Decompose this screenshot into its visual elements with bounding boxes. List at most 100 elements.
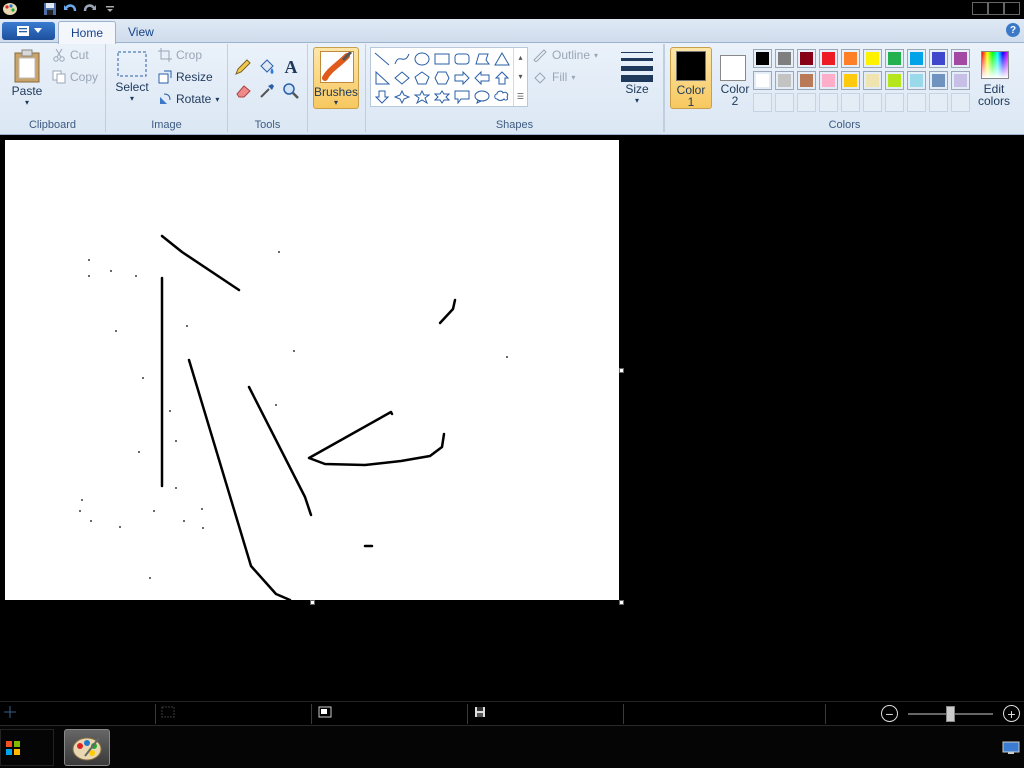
palette-swatch[interactable] [819, 93, 838, 112]
tab-home[interactable]: Home [58, 21, 117, 44]
size-button[interactable]: Size ▾ [618, 48, 656, 105]
palette-swatch[interactable] [929, 71, 948, 90]
minimize-button[interactable] [972, 2, 988, 15]
paint-app-icon[interactable] [2, 1, 18, 17]
pentagon-shape-icon[interactable] [412, 68, 432, 87]
palette-swatch[interactable] [951, 93, 970, 112]
scroll-down-icon[interactable]: ▾ [518, 72, 522, 81]
eraser-icon[interactable] [232, 80, 254, 102]
color1-button[interactable]: Color 1 [670, 47, 712, 109]
palette-swatch[interactable] [753, 71, 772, 90]
drawing-canvas[interactable] [5, 140, 619, 602]
cut-button[interactable]: Cut [52, 48, 89, 62]
palette-swatch[interactable] [885, 49, 904, 68]
rectangle-shape-icon[interactable] [432, 49, 452, 68]
palette-swatch[interactable] [797, 49, 816, 68]
save-icon[interactable] [42, 1, 58, 17]
palette-swatch[interactable] [929, 93, 948, 112]
palette-swatch[interactable] [907, 71, 926, 90]
resize-button[interactable]: Resize [158, 70, 213, 84]
left-arrow-shape-icon[interactable] [472, 68, 492, 87]
palette-swatch[interactable] [775, 49, 794, 68]
palette-swatch[interactable] [797, 93, 816, 112]
palette-swatch[interactable] [775, 93, 794, 112]
pencil-tool-icon[interactable] [232, 56, 254, 78]
magnifier-icon[interactable] [280, 80, 302, 102]
palette-swatch[interactable] [863, 93, 882, 112]
palette-swatch[interactable] [863, 71, 882, 90]
color-picker-icon[interactable] [256, 80, 278, 102]
edit-colors-button[interactable]: Edit colors [973, 47, 1015, 109]
taskbar-paint-button[interactable] [64, 729, 110, 766]
shapes-scroll[interactable]: ▴ ▾ ☰ [513, 48, 527, 106]
zoom-in-button[interactable]: + [1003, 705, 1020, 722]
color1-label: Color 1 [676, 83, 706, 109]
five-point-star-shape-icon[interactable] [412, 87, 432, 106]
four-point-star-shape-icon[interactable] [392, 87, 412, 106]
palette-swatch[interactable] [885, 93, 904, 112]
rotate-button[interactable]: Rotate ▾ [158, 92, 219, 106]
start-button[interactable] [0, 729, 54, 766]
palette-swatch[interactable] [819, 49, 838, 68]
palette-swatch[interactable] [885, 71, 904, 90]
line-shape-icon[interactable] [372, 49, 392, 68]
curve-shape-icon[interactable] [392, 49, 412, 68]
palette-swatch[interactable] [863, 49, 882, 68]
palette-swatch[interactable] [841, 93, 860, 112]
right-triangle-shape-icon[interactable] [372, 68, 392, 87]
palette-swatch[interactable] [929, 49, 948, 68]
down-arrow-shape-icon[interactable] [372, 87, 392, 106]
color2-button[interactable]: Color 2 [714, 47, 756, 109]
scroll-up-icon[interactable]: ▴ [518, 53, 522, 62]
six-point-star-shape-icon[interactable] [432, 87, 452, 106]
fill-button[interactable]: Fill ▾ [532, 70, 575, 84]
gallery-expand-icon[interactable]: ☰ [517, 92, 524, 101]
help-icon[interactable]: ? [1006, 23, 1020, 37]
triangle-shape-icon[interactable] [492, 49, 512, 68]
zoom-slider-thumb[interactable] [946, 706, 955, 722]
fill-bucket-icon[interactable] [256, 56, 278, 78]
tab-view[interactable]: View [116, 21, 166, 43]
right-arrow-shape-icon[interactable] [452, 68, 472, 87]
up-arrow-shape-icon[interactable] [492, 68, 512, 87]
palette-swatch[interactable] [775, 71, 794, 90]
oval-callout-shape-icon[interactable] [472, 87, 492, 106]
rect-callout-shape-icon[interactable] [452, 87, 472, 106]
palette-swatch[interactable] [907, 93, 926, 112]
close-button[interactable] [1004, 2, 1020, 15]
text-tool-icon[interactable]: A [280, 56, 302, 78]
palette-swatch[interactable] [841, 71, 860, 90]
palette-swatch[interactable] [841, 49, 860, 68]
maximize-button[interactable] [988, 2, 1004, 15]
polygon-shape-icon[interactable] [472, 49, 492, 68]
crop-icon [158, 48, 172, 62]
brushes-button[interactable]: Brushes ▾ [313, 47, 359, 109]
cloud-callout-shape-icon[interactable] [492, 87, 512, 106]
app-menu-button[interactable] [2, 22, 55, 40]
palette-swatch[interactable] [951, 71, 970, 90]
resize-handle-bottom[interactable] [310, 600, 315, 605]
diamond-shape-icon[interactable] [392, 68, 412, 87]
palette-swatch[interactable] [907, 49, 926, 68]
copy-button[interactable]: Copy [52, 70, 98, 84]
outline-button[interactable]: Outline ▾ [532, 48, 598, 62]
redo-icon[interactable] [82, 1, 98, 17]
select-button[interactable]: Select ▾ [114, 50, 150, 103]
palette-swatch[interactable] [753, 49, 772, 68]
palette-swatch[interactable] [951, 49, 970, 68]
crop-button[interactable]: Crop [158, 48, 202, 62]
resize-handle-corner[interactable] [619, 600, 624, 605]
zoom-out-button[interactable]: − [881, 705, 898, 722]
customize-qat-icon[interactable] [102, 1, 118, 17]
palette-swatch[interactable] [797, 71, 816, 90]
show-desktop-icon[interactable] [1002, 741, 1020, 755]
rounded-rectangle-shape-icon[interactable] [452, 49, 472, 68]
resize-handle-right[interactable] [619, 368, 624, 373]
paste-button[interactable]: Paste ▾ [8, 48, 46, 107]
oval-shape-icon[interactable] [412, 49, 432, 68]
hexagon-shape-icon[interactable] [432, 68, 452, 87]
undo-icon[interactable] [62, 1, 78, 17]
palette-swatch-color [954, 74, 967, 87]
palette-swatch[interactable] [819, 71, 838, 90]
palette-swatch[interactable] [753, 93, 772, 112]
